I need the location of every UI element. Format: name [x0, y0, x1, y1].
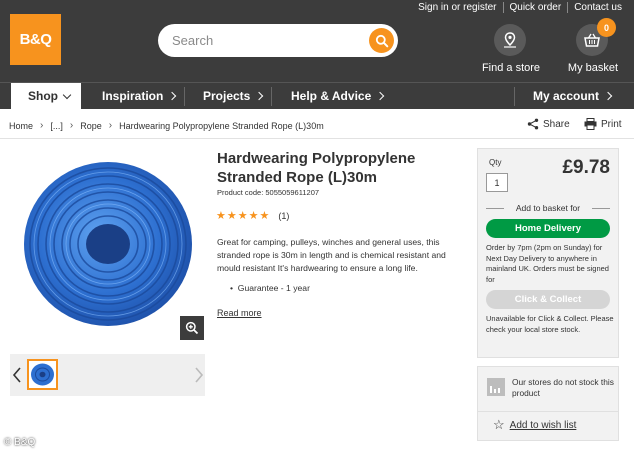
basket-count-badge: 0 — [597, 18, 616, 37]
zoom-in-icon — [185, 321, 199, 335]
price: £9.78 — [562, 157, 610, 178]
chevron-left-icon[interactable] — [12, 366, 22, 384]
wishlist-button[interactable]: ☆ Add to wish list — [493, 417, 576, 433]
chevron-down-icon — [62, 90, 72, 99]
zoom-button[interactable] — [180, 316, 204, 340]
map-pin-icon — [504, 32, 516, 48]
breadcrumb-home[interactable]: Home — [9, 121, 33, 131]
search-input[interactable]: Search — [172, 33, 213, 48]
nav-projects[interactable]: Projects — [203, 83, 264, 109]
read-more-link[interactable]: Read more — [217, 308, 262, 318]
nav-projects-label: Projects — [203, 89, 251, 103]
star-icon: ★ — [237, 210, 248, 222]
nav-divider — [184, 87, 185, 106]
divider — [0, 138, 634, 139]
nav-inspiration[interactable]: Inspiration — [102, 83, 177, 109]
print-label: Print — [601, 118, 622, 130]
search-button[interactable] — [369, 28, 394, 53]
sign-in-link[interactable]: Sign in or register — [412, 2, 502, 13]
chevron-right-icon: › — [40, 120, 44, 131]
feature-bullet: • Guarantee - 1 year — [230, 283, 310, 293]
print-icon — [584, 118, 597, 130]
star-outline-icon: ☆ — [493, 417, 505, 432]
chevron-right-icon — [376, 91, 385, 101]
wishlist-label: Add to wish list — [509, 419, 577, 431]
store-stock-text: Our stores do not stock this product — [512, 377, 614, 398]
product-title: Hardwearing Polypropylene Stranded Rope … — [217, 150, 416, 186]
bq-logo[interactable]: B&Q — [10, 14, 61, 65]
find-store-label[interactable]: Find a store — [478, 62, 544, 74]
nav-inspiration-label: Inspiration — [102, 89, 164, 103]
find-store-button[interactable] — [494, 24, 526, 56]
breadcrumb-rope[interactable]: Rope — [80, 121, 102, 131]
nav-my-account[interactable]: My account — [533, 83, 613, 109]
quick-order-link[interactable]: Quick order — [504, 2, 568, 13]
chevron-right-icon — [255, 91, 264, 101]
nav-help-label: Help & Advice — [291, 89, 372, 103]
chevron-right-icon — [603, 91, 613, 101]
product-thumbnail[interactable] — [27, 359, 58, 390]
nav-shop[interactable]: Shop — [11, 83, 81, 109]
nav-divider — [271, 87, 272, 106]
site-header: B&Q Sign in or register Quick order Cont… — [0, 0, 634, 82]
product-image — [24, 162, 192, 326]
search-icon — [375, 34, 388, 47]
click-collect-info: Unavailable for Click & Collect. Please … — [486, 314, 614, 334]
basket-label[interactable]: My basket — [564, 62, 622, 74]
rating[interactable]: ★ ★ ★ ★ ★ (1) — [216, 209, 289, 222]
chevron-right-icon — [168, 91, 177, 101]
chevron-right-icon: › — [108, 120, 113, 131]
breadcrumb-current: Hardwearing Polypropylene Stranded Rope … — [119, 120, 324, 131]
nav-account-label: My account — [533, 89, 600, 103]
guarantee-text: Guarantee - 1 year — [237, 283, 310, 293]
click-collect-button[interactable]: Click & Collect — [486, 290, 610, 309]
chevron-right-icon[interactable] — [194, 366, 204, 384]
image-credit: © B&Q — [4, 437, 36, 448]
store-icon — [487, 378, 505, 396]
review-count[interactable]: (1) — [278, 211, 289, 221]
divider — [477, 411, 619, 412]
star-icon: ★ — [259, 210, 270, 222]
star-icon: ★ — [226, 210, 237, 222]
share-icon — [527, 118, 539, 130]
top-links: Sign in or register Quick order Contact … — [412, 2, 628, 13]
print-button[interactable]: Print — [584, 118, 622, 130]
chevron-right-icon: › — [69, 120, 74, 131]
thumbnail-image — [31, 363, 54, 386]
nav-divider — [514, 87, 515, 106]
breadcrumb-ellipsis[interactable]: [...] — [50, 121, 63, 131]
home-delivery-button[interactable]: Home Delivery — [486, 219, 610, 238]
product-code: Product code: 5055059611207 — [217, 188, 320, 197]
star-icon: ★ — [248, 210, 259, 222]
delivery-info: Order by 7pm (2pm on Sunday) for Next Da… — [486, 243, 609, 284]
contact-us-link[interactable]: Contact us — [568, 2, 628, 13]
product-description: Great for camping, pulleys, winches and … — [217, 237, 446, 273]
share-label: Share — [543, 118, 570, 130]
nav-help-advice[interactable]: Help & Advice — [291, 83, 385, 109]
add-to-basket-label: Add to basket for — [486, 203, 610, 213]
share-button[interactable]: Share — [527, 118, 570, 130]
nav-shop-label: Shop — [28, 89, 58, 103]
search-bar[interactable]: Search — [158, 24, 398, 57]
main-nav: Shop Inspiration Projects Help & Advice … — [0, 82, 634, 109]
qty-label: Qty — [489, 158, 502, 167]
star-icon: ★ — [216, 210, 226, 222]
quantity-input[interactable]: 1 — [486, 173, 508, 192]
breadcrumb: Home › [...] › Rope › Hardwearing Polypr… — [9, 120, 324, 131]
